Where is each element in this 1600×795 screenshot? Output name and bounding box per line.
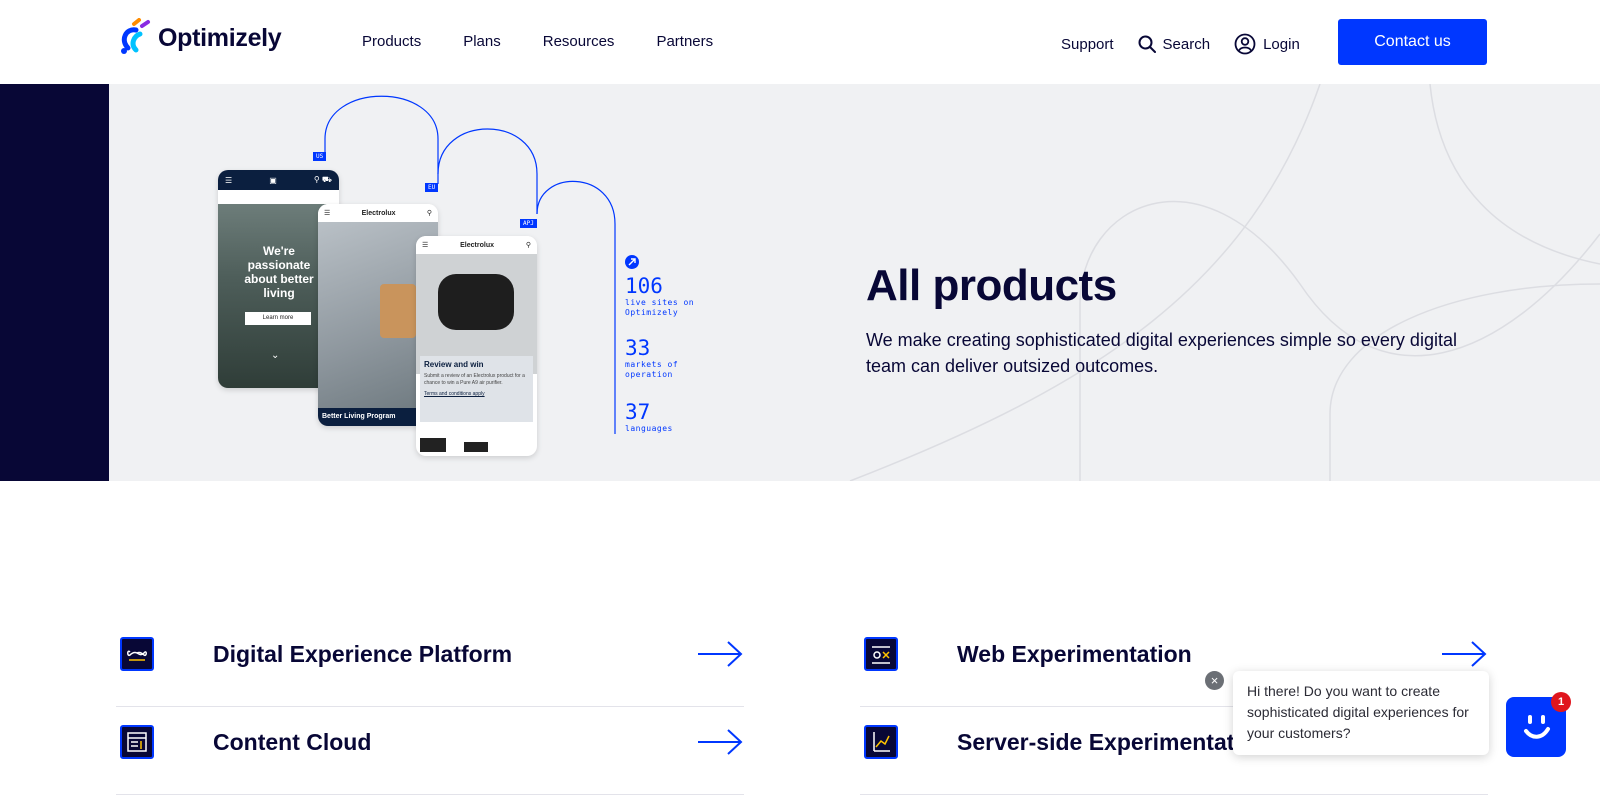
product-name: Web Experimentation xyxy=(957,641,1192,667)
phone-3-thumb-2 xyxy=(464,442,488,452)
stat-live-sites-value: 106 xyxy=(625,274,663,298)
nav-resources[interactable]: Resources xyxy=(543,33,615,50)
stat-languages-label: languages xyxy=(625,424,673,433)
product-row-dxp[interactable]: Digital Experience Platform xyxy=(116,619,744,707)
hero-description: We make creating sophisticated digital e… xyxy=(866,330,1457,376)
region-tag-apj: APJ xyxy=(520,219,537,228)
phone-2-wooden-box xyxy=(380,284,416,338)
search-label: Search xyxy=(1162,35,1211,53)
login-label: Login xyxy=(1263,35,1300,53)
user-icon xyxy=(1234,33,1256,55)
optimizely-logo-icon xyxy=(121,18,150,54)
nav-plans[interactable]: Plans xyxy=(463,33,501,50)
logo-text: Optimizely xyxy=(158,23,282,52)
optimizely-logo[interactable]: Optimizely xyxy=(116,18,282,58)
utility-nav: Support Search Login xyxy=(1061,33,1324,55)
arrow-up-right-icon xyxy=(625,255,639,269)
phone-3-card-link: Terms and conditions apply xyxy=(424,391,485,397)
phone-3-card-title: Review and win xyxy=(424,360,484,369)
region-tag-eu: EU xyxy=(425,183,439,192)
stat-markets-label: markets of operation xyxy=(625,360,679,379)
hero-section: US EU APJ ☰ ▣ ⚲ ⛟ We're passionate about… xyxy=(0,84,1600,481)
stat-languages-value: 37 xyxy=(625,400,651,424)
search-button[interactable]: Search xyxy=(1138,35,1211,53)
phone-3-card-text: Submit a review of an Electrolux product… xyxy=(424,373,525,386)
infinity-icon xyxy=(120,637,154,671)
phone-2-brand: Electrolux xyxy=(361,209,396,217)
search-icon: ⚲ xyxy=(525,242,531,249)
product-name: Digital Experience Platform xyxy=(213,641,513,667)
arrow-right-icon[interactable] xyxy=(696,639,744,669)
menu-icon: ☰ xyxy=(225,175,233,185)
stat-markets: 33 markets of operation xyxy=(625,336,705,380)
stat-languages: 37 languages xyxy=(625,400,705,434)
phone-1-learn-more: Learn more xyxy=(245,312,311,325)
product-name: Content Cloud xyxy=(213,729,372,755)
phone-1-topbar: ☰ ▣ ⚲ ⛟ xyxy=(218,170,339,190)
chat-message-bubble[interactable]: Hi there! Do you want to create sophisti… xyxy=(1233,671,1489,755)
arrow-right-icon[interactable] xyxy=(696,727,744,757)
phone-mockup-3: ☰ Electrolux ⚲ Review and win Submit a r… xyxy=(416,236,537,456)
phone-3-topbar: ☰ Electrolux ⚲ xyxy=(416,236,537,254)
phone-2-topbar: ☰ Electrolux ⚲ xyxy=(318,204,438,222)
login-button[interactable]: Login xyxy=(1234,33,1300,55)
hero-dark-band xyxy=(0,84,109,481)
electrolux-logo-icon: ▣ xyxy=(269,175,277,185)
chart-icon xyxy=(864,725,898,759)
search-icon: ⚲ xyxy=(426,210,432,217)
phone-3-brand: Electrolux xyxy=(460,241,494,249)
support-label: Support xyxy=(1061,35,1114,53)
site-header: Optimizely Products Plans Resources Part… xyxy=(0,0,1600,84)
region-tag-us: US xyxy=(313,152,327,161)
stat-live-sites: 106 live sites on Optimizely xyxy=(625,274,705,318)
nav-partners[interactable]: Partners xyxy=(656,33,713,50)
phone-1-headline: We're passionate about better living xyxy=(244,244,314,300)
phone-3-review-card: Review and win Submit a review of an Ele… xyxy=(420,356,533,422)
main-nav: Products Plans Resources Partners xyxy=(362,33,755,50)
stat-markets-value: 33 xyxy=(625,336,651,360)
product-name: Server-side Experimentation xyxy=(957,729,1269,755)
phone-3-air-purifier xyxy=(438,274,514,330)
nav-products[interactable]: Products xyxy=(362,33,421,50)
ox-icon xyxy=(864,637,898,671)
menu-icon: ☰ xyxy=(422,242,429,249)
menu-icon: ☰ xyxy=(324,210,331,217)
search-cart-icon: ⚲ ⛟ xyxy=(313,175,332,184)
support-link[interactable]: Support xyxy=(1061,36,1114,53)
chat-notification-badge: 1 xyxy=(1551,692,1571,712)
phone-3-thumb-1 xyxy=(420,438,446,452)
chevron-down-icon: ⌄ xyxy=(271,350,280,361)
product-row-content-cloud[interactable]: Content Cloud xyxy=(116,707,744,795)
chat-close-button[interactable]: × xyxy=(1205,671,1224,690)
page-title: All products xyxy=(866,261,1117,310)
layout-icon xyxy=(120,725,154,759)
search-icon xyxy=(1138,35,1156,53)
contact-us-button[interactable]: Contact us xyxy=(1338,19,1487,65)
arrow-right-icon[interactable] xyxy=(1440,639,1488,669)
stat-live-sites-label: live sites on Optimizely xyxy=(625,298,695,317)
